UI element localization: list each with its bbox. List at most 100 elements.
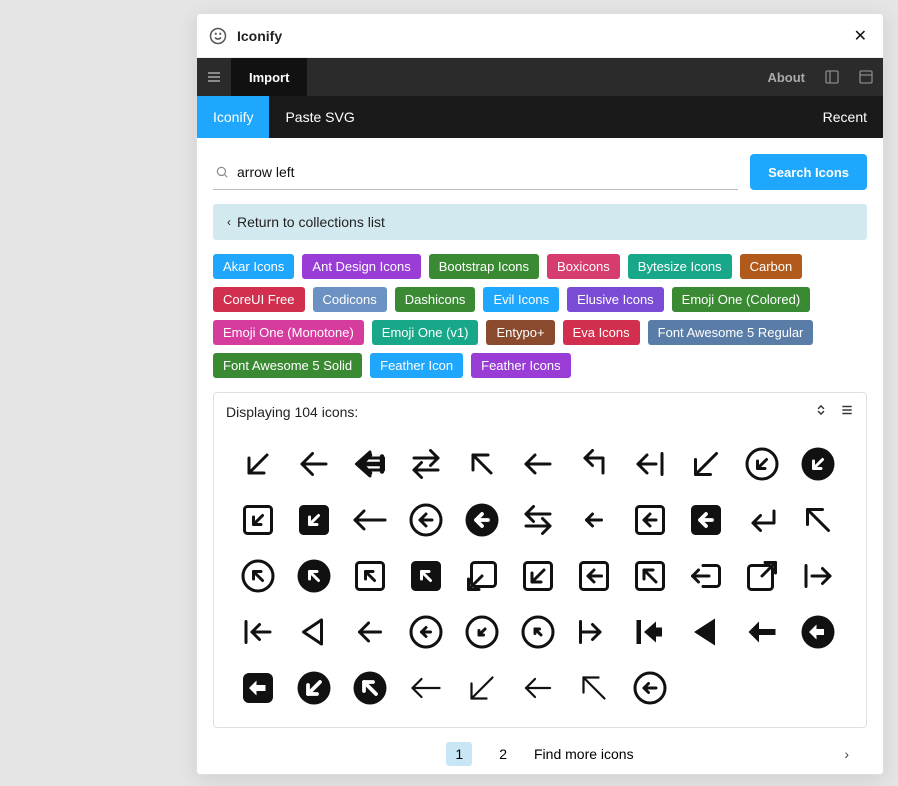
content-area: Search Icons ‹ Return to collections lis… [197, 138, 883, 774]
icon-arrow-left-thin[interactable] [402, 664, 449, 711]
layout-icon[interactable] [849, 58, 883, 96]
collapse-icon[interactable] [814, 403, 828, 420]
icon-circle-arrow-up-left-thin[interactable] [514, 608, 561, 655]
icon-square-arrow-down-left-fill[interactable] [290, 496, 337, 543]
icon-arrow-bar-left-fill[interactable] [626, 608, 673, 655]
results-count: Displaying 104 icons: [226, 404, 358, 420]
find-more-link[interactable]: Find more icons [534, 746, 634, 762]
icon-square-arrow-up-left-fill[interactable] [402, 552, 449, 599]
icon-square-arrow-down-left[interactable] [234, 496, 281, 543]
collection-tag[interactable]: Evil Icons [483, 287, 559, 312]
close-icon[interactable]: ✕ [850, 22, 871, 50]
tab-recent[interactable]: Recent [807, 96, 883, 138]
icon-arrow-bar-right-alt[interactable] [570, 608, 617, 655]
collection-tag[interactable]: CoreUI Free [213, 287, 305, 312]
icon-arrow-left-small[interactable] [570, 496, 617, 543]
collection-tag[interactable]: Codicons [313, 287, 387, 312]
modal-title: Iconify [237, 28, 282, 44]
tab-iconify[interactable]: Iconify [197, 96, 269, 138]
icon-circle-arrow-left-fill-alt[interactable] [794, 608, 841, 655]
icon-arrow-down-left-thin[interactable] [458, 664, 505, 711]
icon-arrow-left-right[interactable] [402, 440, 449, 487]
icon-circle-arrow-down-left-thin[interactable] [458, 608, 505, 655]
return-to-collections[interactable]: ‹ Return to collections list [213, 204, 867, 240]
collection-tag[interactable]: Feather Icons [471, 353, 571, 378]
icon-arrow-left-thin-alt[interactable] [514, 664, 561, 711]
collection-tag[interactable]: Elusive Icons [567, 287, 664, 312]
icon-arrow-down-left-alt[interactable] [682, 440, 729, 487]
menu-icon[interactable] [197, 58, 231, 96]
list-view-icon[interactable] [840, 403, 854, 420]
icon-circle-arrow-down-left[interactable] [738, 440, 785, 487]
collection-tag[interactable]: Carbon [740, 254, 803, 279]
icon-box-arrow-left[interactable] [682, 552, 729, 599]
icon-arrow-up-left-alt[interactable] [794, 496, 841, 543]
chevron-right-icon[interactable]: › [844, 746, 849, 762]
search-button[interactable]: Search Icons [750, 154, 867, 190]
icon-triangle-left-fill[interactable] [682, 608, 729, 655]
collection-tag[interactable]: Entypo+ [486, 320, 554, 345]
icon-arrow-left-bar[interactable] [626, 440, 673, 487]
icon-box-arrow-up-left[interactable] [738, 552, 785, 599]
icon-arrow-left-thick[interactable] [346, 440, 393, 487]
icon-arrow-bar-left[interactable] [234, 608, 281, 655]
chevron-left-icon: ‹ [227, 215, 231, 229]
icon-arrow-left-fill[interactable] [738, 608, 785, 655]
results-panel: Displaying 104 icons: [213, 392, 867, 728]
collection-tag[interactable]: Boxicons [547, 254, 620, 279]
icon-box-arrow-in-left[interactable] [570, 552, 617, 599]
icon-triangle-left[interactable] [290, 608, 337, 655]
collection-tag[interactable]: Emoji One (Colored) [672, 287, 811, 312]
search-field-wrap [213, 154, 738, 190]
icon-circle-arrow-up-left-fill[interactable] [290, 552, 337, 599]
page-1[interactable]: 1 [446, 742, 472, 766]
icon-box-arrow-in-down-left[interactable] [514, 552, 561, 599]
icon-arrow-bar-right[interactable] [794, 552, 841, 599]
icon-circle-arrow-left-outline[interactable] [626, 664, 673, 711]
modal-header: Iconify ✕ [197, 14, 883, 58]
collection-tag[interactable]: Ant Design Icons [302, 254, 420, 279]
collection-tag[interactable]: Akar Icons [213, 254, 294, 279]
icon-arrow-up-left[interactable] [458, 440, 505, 487]
icon-circle-arrow-left[interactable] [402, 496, 449, 543]
icon-arrows-left-right[interactable] [514, 496, 561, 543]
collection-tag[interactable]: Feather Icon [370, 353, 463, 378]
icon-arrow-left[interactable] [290, 440, 337, 487]
collection-tags: Akar Icons Ant Design Icons Bootstrap Icon… [213, 254, 867, 378]
collection-tag[interactable]: Emoji One (v1) [372, 320, 479, 345]
icon-box-arrow-in-up-left[interactable] [626, 552, 673, 599]
sub-navbar: Iconify Paste SVG Recent [197, 96, 883, 138]
collection-tag[interactable]: Eva Icons [563, 320, 640, 345]
collection-tag[interactable]: Bootstrap Icons [429, 254, 539, 279]
collection-tag[interactable]: Dashicons [395, 287, 476, 312]
collection-tag[interactable]: Bytesize Icons [628, 254, 732, 279]
icon-arrow-up-left-thin[interactable] [570, 664, 617, 711]
icon-circle-arrow-up-left[interactable] [234, 552, 281, 599]
icon-square-arrow-left-fill-alt[interactable] [234, 664, 281, 711]
icon-arrow-left-alt[interactable] [514, 440, 561, 487]
icon-arrow-left-long[interactable] [346, 496, 393, 543]
icon-circle-arrow-down-left-fill-alt[interactable] [290, 664, 337, 711]
navbar: Import About [197, 58, 883, 96]
icon-square-arrow-left[interactable] [626, 496, 673, 543]
icon-circle-arrow-down-left-fill[interactable] [794, 440, 841, 487]
nav-about[interactable]: About [757, 58, 815, 96]
icon-circle-arrow-up-left-fill-alt[interactable] [346, 664, 393, 711]
icon-arrow-turn-left[interactable] [570, 440, 617, 487]
tab-paste-svg[interactable]: Paste SVG [269, 96, 370, 138]
icon-square-arrow-up-left[interactable] [346, 552, 393, 599]
collection-tag[interactable]: Font Awesome 5 Regular [648, 320, 814, 345]
icon-square-arrow-left-fill[interactable] [682, 496, 729, 543]
nav-import[interactable]: Import [231, 58, 307, 96]
search-input[interactable] [237, 164, 736, 180]
collection-tag[interactable]: Font Awesome 5 Solid [213, 353, 362, 378]
icon-arrow-down-return[interactable] [738, 496, 785, 543]
collection-tag[interactable]: Emoji One (Monotone) [213, 320, 364, 345]
icon-box-arrow-down-left[interactable] [458, 552, 505, 599]
page-2[interactable]: 2 [490, 742, 516, 766]
panel-icon[interactable] [815, 58, 849, 96]
icon-arrow-down-left[interactable] [234, 440, 281, 487]
icon-circle-arrow-left-thin[interactable] [402, 608, 449, 655]
icon-circle-arrow-left-fill[interactable] [458, 496, 505, 543]
icon-arrow-left-med[interactable] [346, 608, 393, 655]
